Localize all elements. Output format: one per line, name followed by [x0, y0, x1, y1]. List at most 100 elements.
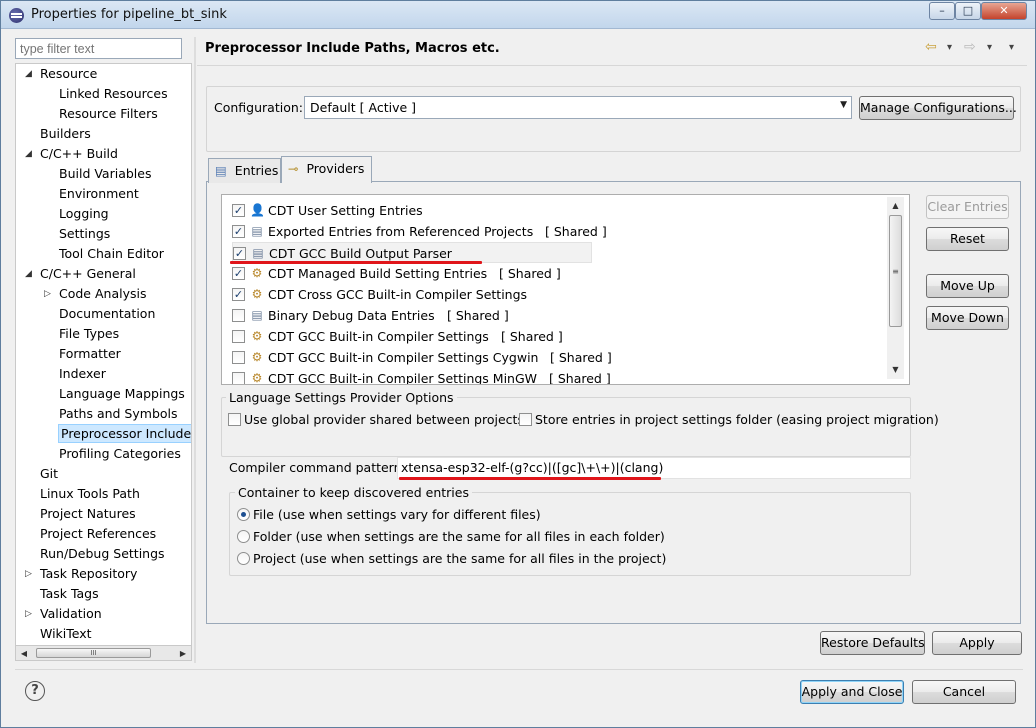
store-entries-checkbox[interactable] [519, 413, 532, 426]
tree-item-label: WikiText [40, 626, 92, 641]
tree-horizontal-scrollbar[interactable]: ◀ III ▶ [15, 645, 192, 661]
tree-item[interactable]: Task Tags [40, 584, 99, 604]
tree-item[interactable]: ▷ Validation [25, 604, 102, 624]
tree-item-label: Resource Filters [59, 106, 158, 121]
folder-radio[interactable] [237, 530, 250, 543]
provider-checkbox[interactable] [232, 330, 245, 343]
scroll-right-arrow-icon[interactable]: ▶ [176, 647, 190, 660]
file-radio[interactable] [237, 508, 250, 521]
minimize-button[interactable]: – [929, 2, 955, 20]
forward-arrow-icon[interactable]: ⇨ [964, 39, 976, 55]
compiler-icon: ⚙ [251, 287, 263, 301]
scroll-left-arrow-icon[interactable]: ◀ [17, 647, 31, 660]
forward-menu-icon[interactable]: ▾ [987, 42, 992, 53]
provider-checkbox[interactable]: ✓ [232, 288, 245, 301]
provider-row[interactable]: ⚙ CDT GCC Built-in Compiler Settings MinG… [232, 368, 892, 384]
provider-row[interactable]: ✓ 👤 CDT User Setting Entries [232, 200, 892, 221]
provider-checkbox[interactable] [232, 372, 245, 384]
provider-row[interactable]: ▤ Binary Debug Data Entries [ Shared ] [232, 305, 892, 326]
provider-checkbox[interactable]: ✓ [233, 247, 246, 260]
tree-item[interactable]: Indexer [59, 364, 106, 384]
tree-item[interactable]: ◢ C/C++ Build [25, 144, 118, 164]
pane-splitter[interactable] [194, 37, 196, 663]
collapsed-arrow-icon[interactable]: ▷ [25, 604, 34, 624]
provider-row[interactable]: ✓ ▤ Exported Entries from Referenced Proje… [232, 221, 892, 242]
provider-checkbox[interactable]: ✓ [232, 204, 245, 217]
tree-item[interactable]: Git [40, 464, 58, 484]
scroll-thumb[interactable]: III [36, 648, 151, 658]
tree-item[interactable]: Build Variables [59, 164, 151, 184]
provider-checkbox[interactable]: ✓ [232, 267, 245, 280]
tree-item[interactable]: ▷ Code Analysis [44, 284, 146, 304]
tree-item[interactable]: Language Mappings [59, 384, 185, 404]
providers-vertical-scrollbar[interactable]: ▲ ≡ ▼ [887, 197, 904, 379]
restore-defaults-button[interactable]: Restore Defaults [820, 631, 925, 655]
folder-radio-label: Folder (use when settings are the same f… [253, 529, 665, 544]
tree-item[interactable]: Formatter [59, 344, 121, 364]
scroll-thumb-grip-icon[interactable]: ≡ [889, 215, 902, 327]
tree-item[interactable]: Linux Tools Path [40, 484, 140, 504]
property-page-tree[interactable]: ◢ Resource Linked Resources Resource Filter… [15, 63, 192, 647]
expanded-arrow-icon[interactable]: ◢ [25, 144, 34, 164]
close-button[interactable]: ✕ [981, 2, 1027, 20]
scroll-down-arrow-icon[interactable]: ▼ [887, 363, 904, 377]
tab-providers[interactable]: ⊸ Providers [281, 156, 372, 183]
scroll-up-arrow-icon[interactable]: ▲ [887, 199, 904, 213]
tree-item[interactable]: Project Natures [40, 504, 136, 524]
entries-tab-icon: ▤ [215, 163, 227, 178]
apply-and-close-button[interactable]: Apply and Close [800, 680, 904, 704]
tree-item[interactable]: Preprocessor Include [57, 424, 191, 444]
tree-item-label: Logging [59, 206, 109, 221]
tree-item[interactable]: Run/Debug Settings [40, 544, 165, 564]
provider-row[interactable]: ⚙ CDT GCC Built-in Compiler Settings [ Sha… [232, 326, 892, 347]
tree-item[interactable]: Builders [40, 124, 91, 144]
back-menu-icon[interactable]: ▾ [947, 42, 952, 53]
view-menu-icon[interactable]: ▾ [1009, 42, 1014, 53]
collapsed-arrow-icon[interactable]: ▷ [25, 564, 34, 584]
apply-button[interactable]: Apply [932, 631, 1022, 655]
move-up-button[interactable]: Move Up [926, 274, 1009, 298]
tree-item[interactable]: Resource Filters [59, 104, 158, 124]
provider-shared-tag: [ Shared ] [499, 266, 561, 281]
provider-checkbox[interactable]: ✓ [232, 225, 245, 238]
provider-checkbox[interactable] [232, 351, 245, 364]
collapsed-arrow-icon[interactable]: ▷ [44, 284, 53, 304]
expanded-arrow-icon[interactable]: ◢ [25, 264, 34, 284]
global-provider-checkbox[interactable] [228, 413, 241, 426]
tree-item[interactable]: Linked Resources [59, 84, 168, 104]
tree-item[interactable]: File Types [59, 324, 119, 344]
provider-row[interactable]: ✓ ▤ CDT GCC Build Output Parser [232, 242, 592, 263]
tree-item[interactable]: ◢ Resource [25, 64, 97, 84]
tree-item[interactable]: Tool Chain Editor [59, 244, 164, 264]
provider-row[interactable]: ✓ ⚙ CDT Managed Build Setting Entries [ Sha… [232, 263, 892, 284]
tree-item[interactable]: Settings [59, 224, 110, 244]
clear-entries-button[interactable]: Clear Entries [926, 195, 1009, 219]
provider-row[interactable]: ✓ ⚙ CDT Cross GCC Built-in Compiler Settin… [232, 284, 892, 305]
help-icon[interactable]: ? [25, 681, 45, 701]
tree-item[interactable]: Profiling Categories [59, 444, 181, 464]
tab-entries[interactable]: ▤ Entries [208, 158, 281, 183]
maximize-button[interactable]: □ [955, 2, 981, 20]
provider-row[interactable]: ⚙ CDT GCC Built-in Compiler Settings Cygw… [232, 347, 892, 368]
filter-input[interactable] [15, 38, 182, 59]
tree-item[interactable]: Environment [59, 184, 139, 204]
tree-item[interactable]: WikiText [40, 624, 92, 644]
cancel-button[interactable]: Cancel [912, 680, 1016, 704]
reset-button[interactable]: Reset [926, 227, 1009, 251]
providers-list[interactable]: ✓ 👤 CDT User Setting Entries ✓ ▤ Exported Ent… [221, 194, 910, 385]
tree-item[interactable]: ▷ Task Repository [25, 564, 137, 584]
provider-checkbox[interactable] [232, 309, 245, 322]
configuration-combo[interactable]: Default [ Active ] ▼ [304, 96, 852, 119]
manage-configurations-button[interactable]: Manage Configurations... [859, 96, 1017, 120]
expanded-arrow-icon[interactable]: ◢ [25, 64, 34, 84]
back-arrow-icon[interactable]: ⇦ [925, 39, 937, 55]
tree-item[interactable]: Project References [40, 524, 156, 544]
tree-item[interactable]: ◢ C/C++ General [25, 264, 136, 284]
compiler-pattern-input[interactable]: xtensa-esp32-elf-(g?cc)|([gc]\+\+)|(clan… [397, 457, 911, 479]
tree-item[interactable]: Paths and Symbols [59, 404, 178, 424]
tree-item[interactable]: Documentation [59, 304, 155, 324]
project-radio[interactable] [237, 552, 250, 565]
tree-item[interactable]: Logging [59, 204, 109, 224]
move-down-button[interactable]: Move Down [926, 306, 1009, 330]
tree-item-label: Validation [40, 606, 102, 621]
